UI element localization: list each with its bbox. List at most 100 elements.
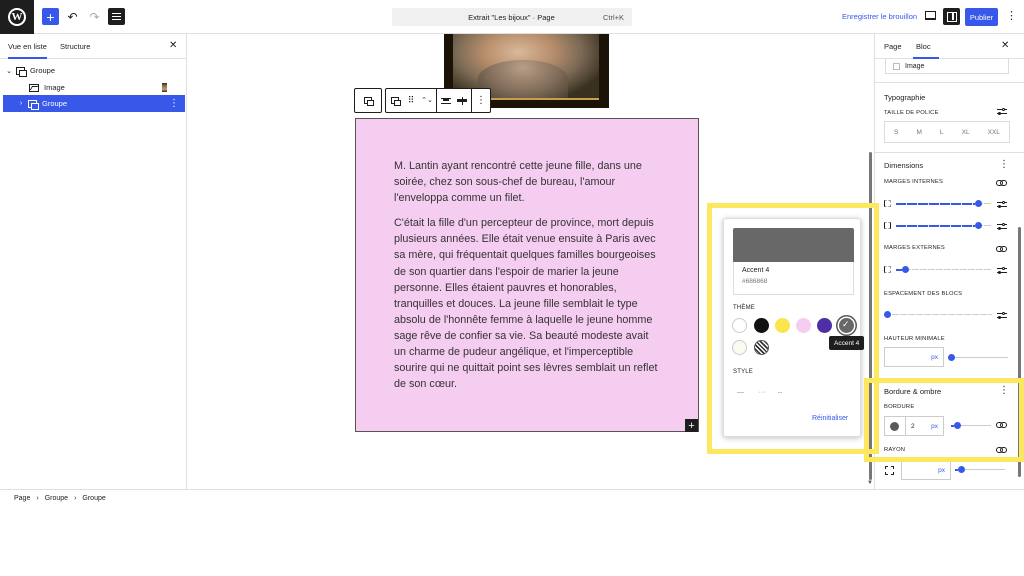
- align-icon: [441, 97, 451, 104]
- image-thumbnail: [162, 83, 167, 92]
- breadcrumb-separator-icon: ›: [74, 494, 77, 502]
- parent-select-button[interactable]: [354, 88, 382, 113]
- min-height-label: Hauteur minimale: [884, 336, 945, 342]
- radius-corners-icon: [885, 466, 894, 475]
- tree-item-label: Groupe: [30, 66, 56, 75]
- padding-vertical-slider[interactable]: [896, 200, 992, 207]
- link-sides-icon[interactable]: [996, 180, 1007, 186]
- preview-desktop-icon[interactable]: [925, 11, 936, 20]
- min-height-unit[interactable]: px: [931, 354, 938, 361]
- justify-button[interactable]: [457, 96, 467, 106]
- radius-unit[interactable]: px: [938, 467, 945, 474]
- block-type-group: ⠿ ⌃⌄: [386, 89, 437, 112]
- padding-horizontal-tune-icon[interactable]: [997, 222, 1007, 230]
- font-size-xl[interactable]: XL: [962, 129, 970, 136]
- tree-item-label: Groupe: [42, 99, 68, 108]
- wordpress-logo[interactable]: W: [0, 0, 34, 34]
- link-sides-icon[interactable]: [996, 246, 1007, 252]
- group-block[interactable]: M. Lantin ayant rencontré cette jeune fi…: [355, 118, 699, 432]
- padding-vertical-tune-icon[interactable]: [997, 200, 1007, 208]
- block-spacing-tune-icon[interactable]: [997, 311, 1007, 319]
- highlight-border-settings: [864, 378, 1024, 462]
- block-spacing-slider[interactable]: [884, 311, 992, 318]
- font-size-label: Taille de police: [884, 110, 939, 116]
- dimensions-title[interactable]: Dimensions: [884, 161, 923, 170]
- tree-item-group-selected[interactable]: › Groupe ⋮: [3, 95, 185, 112]
- group-icon: [28, 99, 39, 110]
- list-view-icon: [112, 11, 121, 22]
- block-inserter-button[interactable]: +: [685, 419, 698, 432]
- more-group: ⋮: [472, 89, 490, 112]
- settings-sidebar-button[interactable]: [943, 8, 960, 25]
- tree-item-group[interactable]: ⌄ Groupe: [0, 62, 185, 79]
- close-icon[interactable]: ✕: [1001, 40, 1009, 51]
- typography-title[interactable]: Typographie: [884, 93, 925, 102]
- padding-horizontal-icon: [884, 222, 891, 229]
- list-view-button[interactable]: [108, 8, 125, 25]
- padding-label: Marges internes: [884, 179, 944, 185]
- group-icon: [364, 97, 374, 106]
- publish-button[interactable]: Publier: [965, 8, 998, 26]
- font-size-m[interactable]: M: [916, 129, 921, 136]
- close-icon[interactable]: ✕: [169, 40, 177, 51]
- tab-page[interactable]: Page: [884, 42, 902, 51]
- margin-tune-icon[interactable]: [997, 266, 1007, 274]
- wordpress-icon: W: [8, 8, 26, 26]
- padding-vertical-icon: [884, 200, 891, 207]
- section-divider: [875, 152, 1024, 153]
- block-toolbar: ⠿ ⌃⌄ ⋮: [385, 88, 491, 113]
- font-size-xxl[interactable]: XXL: [988, 129, 1000, 136]
- tab-structure[interactable]: Structure: [60, 42, 90, 51]
- alignment-group: [437, 89, 472, 112]
- tab-block[interactable]: Bloc: [913, 42, 939, 59]
- chevron-right-icon[interactable]: ›: [18, 100, 24, 107]
- drag-handle-icon[interactable]: ⠿: [406, 95, 416, 106]
- breadcrumb-group-current[interactable]: Groupe: [82, 495, 105, 502]
- sidebar-icon: [946, 11, 957, 22]
- settings-tabs: Page Bloc ✕: [875, 34, 1024, 59]
- font-size-s[interactable]: S: [894, 129, 898, 136]
- margin-vertical-icon: [884, 266, 891, 273]
- command-palette-bar[interactable]: Extrait "Les bijoux" · Page Ctrl+K: [392, 8, 632, 26]
- breadcrumb-page[interactable]: Page: [14, 495, 30, 502]
- section-divider: [875, 82, 1024, 83]
- breadcrumb-group[interactable]: Groupe: [45, 495, 68, 502]
- save-draft-button[interactable]: Enregistrer le brouillon: [842, 12, 917, 21]
- group-icon: [16, 66, 27, 77]
- justify-icon: [457, 96, 467, 105]
- image-icon: [29, 83, 39, 92]
- move-up-down-icon[interactable]: ⌃⌄: [421, 96, 433, 106]
- paragraph-1[interactable]: M. Lantin ayant rencontré cette jeune fi…: [394, 158, 662, 206]
- add-block-button[interactable]: +: [42, 8, 59, 25]
- redo-icon[interactable]: ↷: [86, 8, 103, 25]
- breadcrumb-separator-icon: ›: [36, 494, 39, 502]
- breadcrumb: Page › Groupe › Groupe: [0, 489, 1024, 506]
- list-view-tabs: Vue en liste Structure ✕: [0, 34, 186, 59]
- more-options-icon[interactable]: ⋮: [476, 95, 486, 106]
- font-size-picker: S M L XL XXL: [884, 121, 1010, 143]
- more-options-icon[interactable]: ⋮: [169, 98, 179, 109]
- command-shortcut: Ctrl+K: [602, 12, 624, 22]
- min-height-input[interactable]: px: [884, 347, 944, 367]
- align-button[interactable]: [441, 96, 451, 106]
- group-icon: [391, 97, 401, 106]
- tree-item-image[interactable]: Image: [0, 79, 185, 96]
- radius-slider[interactable]: [955, 466, 1005, 473]
- font-size-l[interactable]: L: [940, 129, 944, 136]
- radius-input[interactable]: px: [901, 460, 951, 480]
- scroll-down-icon[interactable]: ▼: [867, 480, 872, 486]
- image-style-option[interactable]: Image: [885, 59, 1009, 74]
- block-type-button[interactable]: [390, 96, 401, 106]
- paragraph-2[interactable]: C'était la fille d'un percepteur de prov…: [394, 215, 662, 392]
- paragraph-content: M. Lantin ayant rencontré cette jeune fi…: [394, 158, 662, 401]
- block-spacing-label: Espacement des blocs: [884, 291, 963, 297]
- chevron-down-icon[interactable]: ⌄: [6, 67, 12, 75]
- image-style-label: Image: [905, 62, 925, 70]
- tab-list-view[interactable]: Vue en liste: [8, 42, 47, 59]
- min-height-slider[interactable]: [948, 354, 1008, 361]
- margin-slider[interactable]: [896, 266, 992, 273]
- options-more-icon[interactable]: ⋮: [1006, 10, 1017, 22]
- padding-horizontal-slider[interactable]: [896, 222, 992, 229]
- undo-icon[interactable]: ↶: [64, 8, 81, 25]
- dimensions-more-icon[interactable]: ⋮: [999, 160, 1009, 170]
